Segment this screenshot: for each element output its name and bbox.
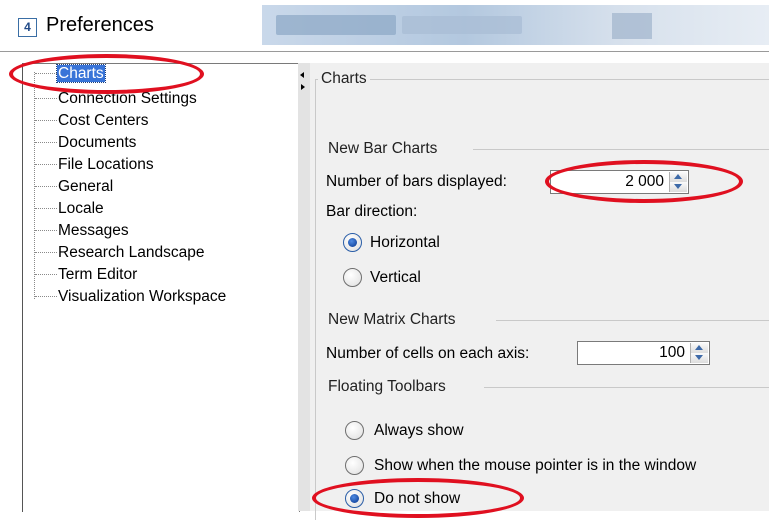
annotation-ellipse-bars bbox=[545, 160, 743, 203]
show-on-hover-radio[interactable] bbox=[345, 456, 364, 475]
tree-item-general[interactable]: General bbox=[35, 176, 114, 198]
split-pane-divider[interactable] bbox=[298, 63, 310, 511]
tree-stub bbox=[35, 120, 57, 122]
vertical-radio[interactable] bbox=[343, 268, 362, 287]
collapse-left-icon[interactable] bbox=[300, 72, 304, 78]
always-show-label[interactable]: Always show bbox=[374, 422, 464, 440]
spinner-buttons bbox=[690, 343, 708, 363]
always-show-radio[interactable] bbox=[345, 421, 364, 440]
tree-item-locale[interactable]: Locale bbox=[35, 198, 105, 220]
tree-stub bbox=[35, 164, 57, 166]
tree-stub bbox=[35, 230, 57, 232]
horizontal-label[interactable]: Horizontal bbox=[370, 234, 440, 252]
taskbar-item bbox=[402, 16, 522, 34]
tree-item-label: General bbox=[58, 178, 114, 195]
taskbar-item bbox=[276, 15, 396, 35]
annotation-ellipse-charts bbox=[9, 54, 204, 94]
window-title: Preferences bbox=[46, 14, 154, 36]
group-separator bbox=[496, 320, 769, 321]
tree-item-messages[interactable]: Messages bbox=[35, 220, 130, 242]
taskbar-item bbox=[612, 13, 652, 39]
show-on-hover-label[interactable]: Show when the mouse pointer is in the wi… bbox=[374, 457, 696, 475]
tree-stub bbox=[35, 98, 57, 100]
tree-item-term-editor[interactable]: Term Editor bbox=[35, 264, 138, 286]
tree-item-label: Term Editor bbox=[58, 266, 138, 283]
tree-item-label: File Locations bbox=[58, 156, 154, 173]
cells-per-axis-value[interactable]: 100 bbox=[659, 343, 685, 363]
expand-right-icon[interactable] bbox=[301, 84, 305, 90]
bar-charts-group-title: New Bar Charts bbox=[325, 140, 441, 158]
tree-item-label: Visualization Workspace bbox=[58, 288, 227, 305]
tree-item-label: Documents bbox=[58, 134, 137, 151]
tree-item-cost-centers[interactable]: Cost Centers bbox=[35, 110, 149, 132]
cells-per-axis-label: Number of cells on each axis: bbox=[326, 345, 530, 362]
title-separator bbox=[0, 51, 769, 52]
vertical-label[interactable]: Vertical bbox=[370, 269, 421, 287]
group-separator bbox=[484, 387, 769, 388]
arrow-up-icon bbox=[695, 345, 703, 350]
annotation-ellipse-do-not-show bbox=[312, 478, 524, 518]
tree-stub bbox=[35, 296, 57, 298]
tree-stub bbox=[35, 142, 57, 144]
tree-stub bbox=[35, 208, 57, 210]
tree-item-label: Research Landscape bbox=[58, 244, 205, 261]
tree-item-file-locations[interactable]: File Locations bbox=[35, 154, 155, 176]
spinner-down-button[interactable] bbox=[691, 353, 708, 363]
charts-group-title: Charts bbox=[318, 70, 370, 88]
tree-item-label: Locale bbox=[58, 200, 104, 217]
app-icon: 4 bbox=[18, 18, 37, 37]
floating-toolbars-group-title: Floating Toolbars bbox=[325, 378, 449, 396]
tree-stub bbox=[35, 186, 57, 188]
tree-item-visualization-workspace[interactable]: Visualization Workspace bbox=[35, 286, 227, 308]
bars-displayed-label: Number of bars displayed: bbox=[326, 173, 507, 190]
tree-item-label: Cost Centers bbox=[58, 112, 149, 129]
tree-item-documents[interactable]: Documents bbox=[35, 132, 137, 154]
tree-item-research-landscape[interactable]: Research Landscape bbox=[35, 242, 206, 264]
tree-stub bbox=[35, 252, 57, 254]
horizontal-radio[interactable] bbox=[343, 233, 362, 252]
tree-item-label: Messages bbox=[58, 222, 129, 239]
bar-direction-label: Bar direction: bbox=[326, 203, 418, 220]
cells-per-axis-spinner[interactable]: 100 bbox=[577, 341, 710, 365]
matrix-charts-group-title: New Matrix Charts bbox=[325, 311, 459, 329]
group-separator bbox=[473, 149, 769, 150]
arrow-down-icon bbox=[695, 355, 703, 360]
tree-stub bbox=[35, 274, 57, 276]
